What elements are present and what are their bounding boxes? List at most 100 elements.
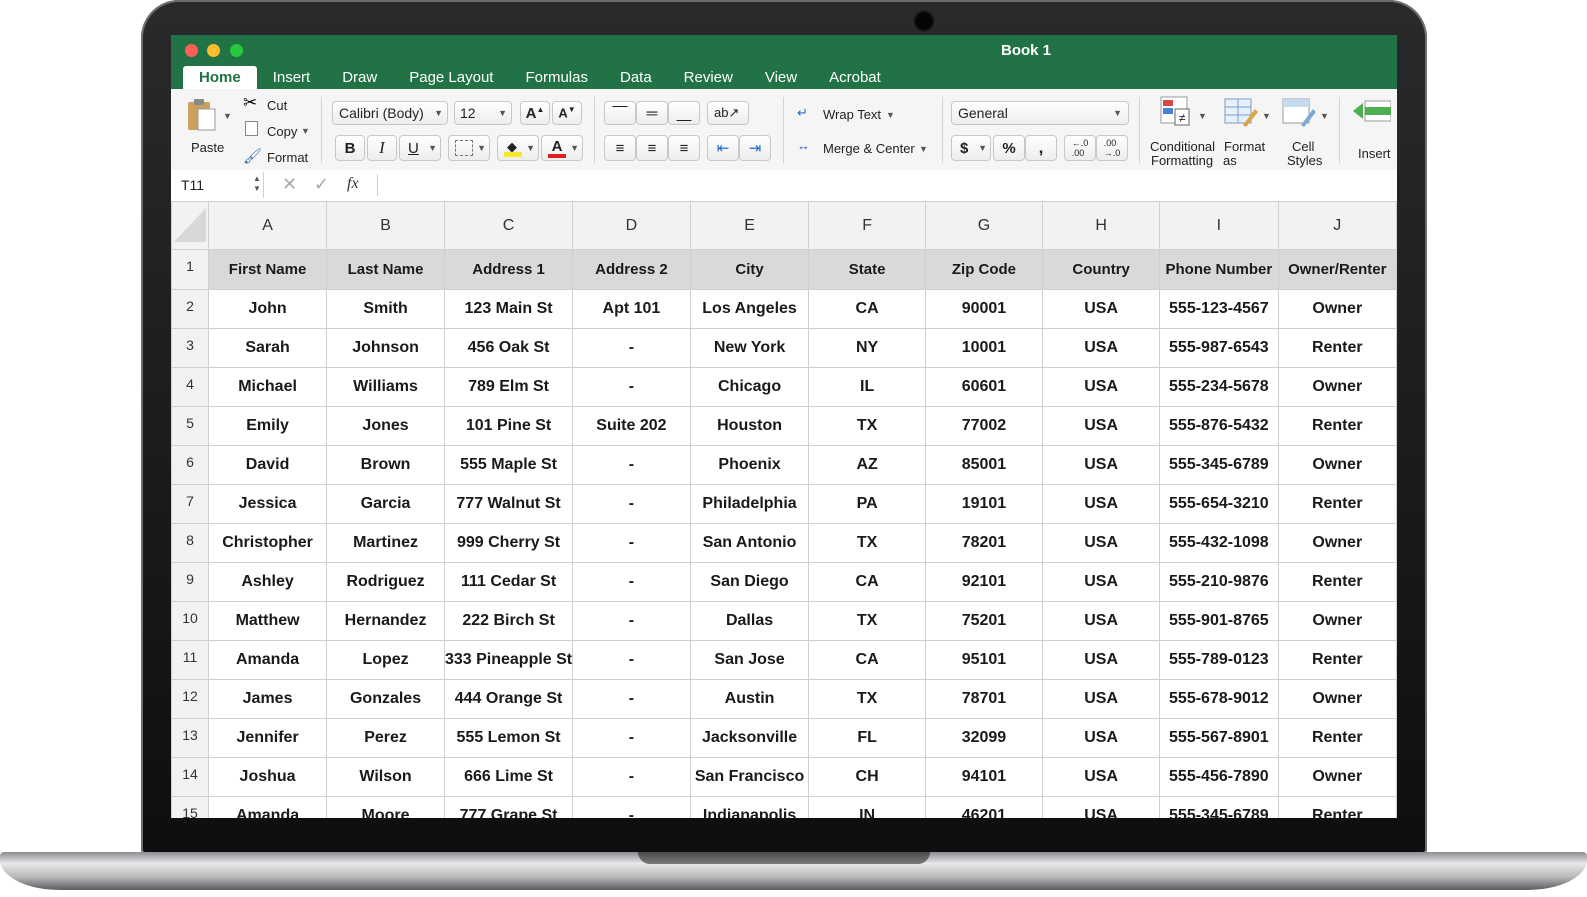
cell-b1[interactable]: Last Name (326, 249, 445, 290)
cell-f3[interactable]: NY (808, 328, 926, 368)
font-size-select[interactable]: 12 ▼ (454, 101, 512, 125)
cell-e15[interactable]: Indianapolis (689, 796, 810, 818)
cell-g1[interactable]: Zip Code (924, 249, 1044, 290)
cell-f2[interactable]: CA (808, 289, 926, 329)
cell-g6[interactable]: 85001 (924, 445, 1044, 485)
cell-e7[interactable]: Philadelphia (689, 484, 810, 524)
cell-f12[interactable]: TX (808, 679, 926, 719)
cell-e14[interactable]: San Francisco (689, 757, 810, 797)
cell-c9[interactable]: 111 Cedar St (443, 562, 574, 602)
cell-f8[interactable]: TX (808, 523, 926, 563)
row-header[interactable]: 15 (171, 796, 209, 818)
cell-b7[interactable]: Garcia (326, 484, 445, 524)
cell-b6[interactable]: Brown (326, 445, 445, 485)
cell-e10[interactable]: Dallas (689, 601, 810, 641)
cell-h10[interactable]: USA (1042, 601, 1161, 641)
tab-draw[interactable]: Draw (326, 66, 393, 89)
align-bottom-button[interactable]: ⎽ (668, 101, 700, 125)
cell-f4[interactable]: IL (808, 367, 926, 407)
cell-b8[interactable]: Martinez (326, 523, 445, 563)
cell-g11[interactable]: 95101 (924, 640, 1044, 680)
paste-button[interactable]: Paste (183, 95, 225, 157)
insert-cells-button[interactable]: Insert (1349, 95, 1397, 167)
cell-a15[interactable]: Amanda (207, 796, 328, 818)
cell-b12[interactable]: Gonzales (326, 679, 445, 719)
cell-i6[interactable]: 555-345-6789 (1159, 445, 1279, 485)
tab-data[interactable]: Data (604, 66, 668, 89)
column-header-g[interactable]: G (924, 201, 1044, 250)
cell-j5[interactable]: Renter (1277, 406, 1397, 446)
cell-d1[interactable]: Address 2 (572, 249, 691, 290)
cell-a12[interactable]: James (207, 679, 328, 719)
cell-f10[interactable]: TX (808, 601, 926, 641)
row-header[interactable]: 3 (171, 328, 209, 368)
row-header[interactable]: 4 (171, 367, 209, 407)
formula-input[interactable] (377, 174, 1388, 196)
row-header[interactable]: 13 (171, 718, 209, 758)
align-right-button[interactable]: ≡ (668, 135, 700, 161)
cell-i1[interactable]: Phone Number (1159, 249, 1279, 290)
cell-d9[interactable]: - (572, 562, 691, 602)
cell-d2[interactable]: Apt 101 (572, 289, 691, 329)
cell-d8[interactable]: - (572, 523, 691, 563)
cell-styles-button[interactable]: ▼ Cell Styles (1277, 95, 1329, 168)
cell-c2[interactable]: 123 Main St (443, 289, 574, 329)
cell-j12[interactable]: Owner (1277, 679, 1397, 719)
cell-e9[interactable]: San Diego (689, 562, 810, 602)
cell-g5[interactable]: 77002 (924, 406, 1044, 446)
cut-button[interactable]: ✂ Cut (243, 93, 303, 115)
cell-d10[interactable]: - (572, 601, 691, 641)
cell-j4[interactable]: Owner (1277, 367, 1397, 407)
cell-b15[interactable]: Moore (326, 796, 445, 818)
cell-c13[interactable]: 555 Lemon St (443, 718, 574, 758)
cell-j2[interactable]: Owner (1277, 289, 1397, 329)
cell-g15[interactable]: 46201 (924, 796, 1044, 818)
cell-a8[interactable]: Christopher (207, 523, 328, 563)
row-header[interactable]: 11 (171, 640, 209, 680)
copy-button[interactable]: Copy ▼ (243, 121, 313, 141)
number-format-select[interactable]: General ▼ (951, 101, 1129, 125)
cell-c3[interactable]: 456 Oak St (443, 328, 574, 368)
cell-d15[interactable]: - (572, 796, 691, 818)
cell-e5[interactable]: Houston (689, 406, 810, 446)
cell-j14[interactable]: Owner (1277, 757, 1397, 797)
column-header-i[interactable]: I (1159, 201, 1279, 250)
percent-style-button[interactable]: % (993, 135, 1025, 161)
cell-a6[interactable]: David (207, 445, 328, 485)
cell-c4[interactable]: 789 Elm St (443, 367, 574, 407)
cell-b14[interactable]: Wilson (326, 757, 445, 797)
cell-a1[interactable]: First Name (207, 249, 328, 290)
merge-center-button[interactable]: ↔ Merge & Center ▼ (797, 138, 932, 158)
column-header-h[interactable]: H (1042, 201, 1161, 250)
cell-h4[interactable]: USA (1042, 367, 1161, 407)
cell-e13[interactable]: Jacksonville (689, 718, 810, 758)
cell-g7[interactable]: 19101 (924, 484, 1044, 524)
cell-d13[interactable]: - (572, 718, 691, 758)
cell-h13[interactable]: USA (1042, 718, 1161, 758)
cell-e6[interactable]: Phoenix (689, 445, 810, 485)
comma-style-button[interactable]: , (1025, 135, 1057, 161)
cell-i7[interactable]: 555-654-3210 (1159, 484, 1279, 524)
cell-i5[interactable]: 555-876-5432 (1159, 406, 1279, 446)
cell-d7[interactable]: - (572, 484, 691, 524)
cell-a10[interactable]: Matthew (207, 601, 328, 641)
cell-b13[interactable]: Perez (326, 718, 445, 758)
align-center-button[interactable]: ≡ (636, 135, 668, 161)
underline-button[interactable]: U ▼ (399, 135, 441, 161)
cell-f1[interactable]: State (808, 249, 926, 290)
cell-c5[interactable]: 101 Pine St (443, 406, 574, 446)
cell-c15[interactable]: 777 Grape St (443, 796, 574, 818)
cell-b11[interactable]: Lopez (326, 640, 445, 680)
row-header[interactable]: 2 (171, 289, 209, 329)
decrease-indent-button[interactable]: ⇤ (707, 135, 739, 161)
tab-view[interactable]: View (749, 66, 813, 89)
cell-e4[interactable]: Chicago (689, 367, 810, 407)
cell-b3[interactable]: Johnson (326, 328, 445, 368)
cell-d14[interactable]: - (572, 757, 691, 797)
cell-a5[interactable]: Emily (207, 406, 328, 446)
cell-c6[interactable]: 555 Maple St (443, 445, 574, 485)
cell-h3[interactable]: USA (1042, 328, 1161, 368)
row-header[interactable]: 7 (171, 484, 209, 524)
cell-a11[interactable]: Amanda (207, 640, 328, 680)
cell-j11[interactable]: Renter (1277, 640, 1397, 680)
